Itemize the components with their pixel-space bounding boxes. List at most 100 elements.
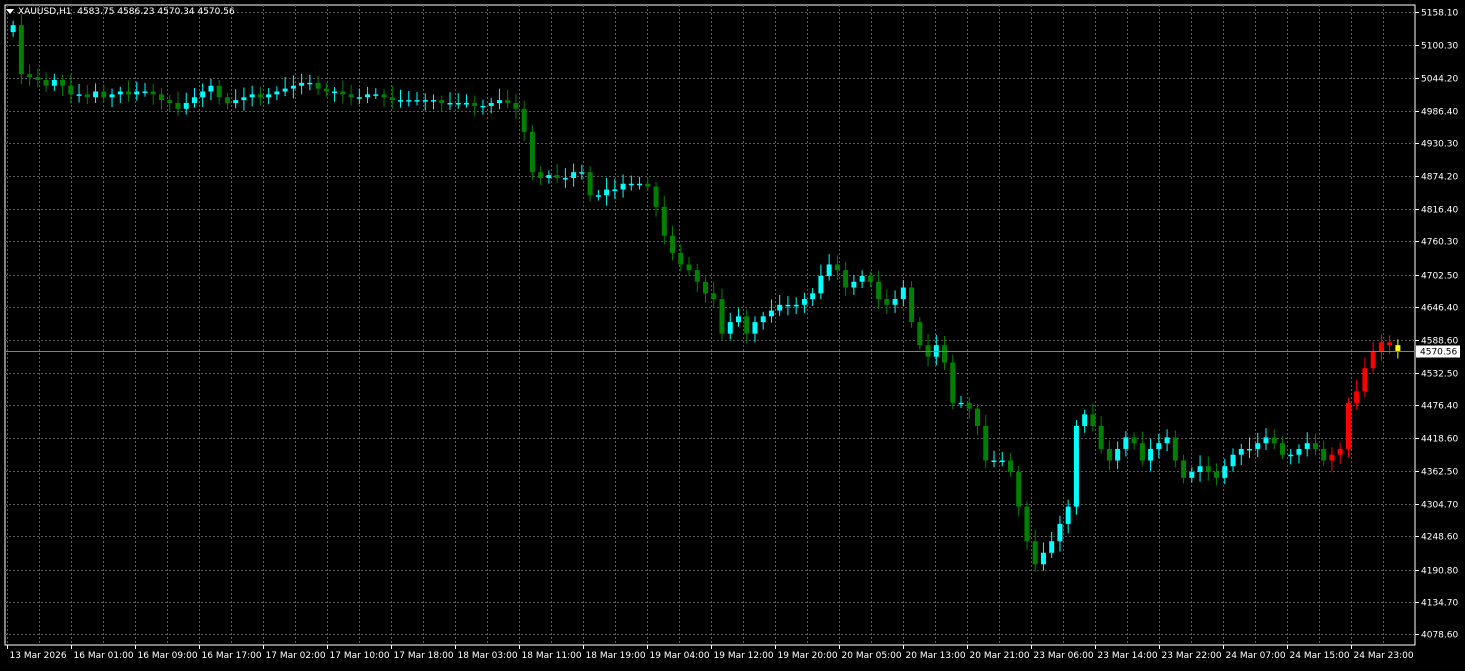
candle-body (768, 310, 774, 317)
x-tick-label: 18 Mar 11:00 (522, 651, 582, 661)
candle-body (1024, 506, 1030, 542)
candle-body (1181, 460, 1187, 478)
candle-body (975, 408, 981, 426)
x-tick-label: 24 Mar 23:00 (1354, 651, 1414, 661)
candle-body (554, 175, 560, 178)
x-tick-label: 23 Mar 22:00 (1162, 651, 1222, 661)
candle-body (224, 97, 230, 104)
candle-body (1222, 466, 1228, 478)
candle-body (538, 172, 544, 178)
candle-body (18, 25, 24, 75)
chart-header: XAUUSD,H1 4583.75 4586.23 4570.34 4570.5… (6, 7, 235, 17)
candle-body (942, 345, 948, 363)
candle-body (439, 100, 445, 104)
x-tick-label: 24 Mar 15:00 (1290, 651, 1350, 661)
candle-body (200, 91, 206, 98)
candle-body (521, 108, 527, 132)
plot-frame (4, 4, 1416, 646)
candle-body (752, 322, 758, 334)
candlestick-chart[interactable]: 5158.10 5100.30 5044.20 4986.40 4930.30 4874.… (0, 0, 1465, 667)
y-tick-label: 4248.60 (1421, 533, 1458, 543)
candle-body (175, 103, 181, 109)
candle-body (1065, 506, 1071, 524)
candle-body (158, 94, 164, 101)
candle-body (1271, 437, 1277, 444)
candle-body (818, 275, 824, 294)
candle-body (1370, 350, 1376, 369)
candle-body (496, 100, 502, 104)
candle-body (653, 186, 659, 207)
candle-body (571, 172, 577, 178)
x-tick-label: 20 Mar 05:00 (842, 651, 902, 661)
candle-body (472, 103, 478, 106)
x-tick-label: 17 Mar 02:00 (266, 651, 326, 661)
candle-body (373, 94, 379, 96)
candle-body (843, 270, 849, 288)
candle-body (27, 74, 33, 78)
candle-body (1378, 342, 1384, 351)
chart-area[interactable]: 5158.10 5100.30 5044.20 4986.40 4930.30 4874.… (0, 0, 1465, 667)
candle-body (1263, 437, 1269, 444)
candle-body (233, 100, 239, 104)
candle-body (505, 100, 511, 104)
candle-body (546, 175, 552, 178)
x-tick-label: 20 Mar 13:00 (906, 651, 966, 661)
candle-body (117, 91, 123, 95)
candle-body (1230, 454, 1236, 467)
y-tick-label: 4418.60 (1421, 435, 1458, 445)
candle-body (1148, 448, 1154, 461)
candle-body (1172, 437, 1178, 461)
candle-body (991, 460, 997, 462)
candle-body (637, 183, 643, 186)
candle-body (1007, 460, 1013, 473)
y-tick-label: 4702.50 (1421, 272, 1458, 282)
candle-body (1189, 472, 1195, 478)
current-price-label: 4570.56 (1420, 348, 1457, 358)
candle-body (1362, 368, 1368, 392)
candle-body (735, 316, 741, 323)
candle-body (966, 402, 972, 409)
candle-body (529, 131, 535, 173)
candle-body (686, 264, 692, 271)
candle-body (84, 94, 90, 98)
candle-body (1304, 443, 1310, 449)
candle-body (1156, 443, 1162, 449)
y-tick-label: 5100.30 (1421, 42, 1458, 52)
candle-body (1057, 523, 1063, 542)
x-tick-label: 19 Mar 20:00 (778, 651, 838, 661)
candle-body (389, 97, 395, 101)
y-tick-label: 4588.60 (1421, 337, 1458, 347)
candle-body (801, 299, 807, 305)
candle-body (1115, 448, 1121, 461)
candle-body (365, 94, 371, 98)
candle-body (480, 105, 486, 108)
candle-body (867, 275, 873, 282)
candle-body (455, 103, 461, 105)
y-tick-label: 4646.40 (1421, 304, 1458, 314)
candle-body (670, 235, 676, 253)
candle-body (604, 189, 610, 196)
candle-body (909, 287, 915, 323)
candle-body (1345, 402, 1351, 449)
candle-body (1082, 414, 1088, 426)
candle-body (208, 85, 214, 92)
candle-body (463, 103, 469, 105)
x-tick-label: 23 Mar 06:00 (1034, 651, 1094, 661)
dropdown-triangle-icon[interactable] (6, 9, 14, 14)
candle-body (167, 100, 173, 104)
candle-body (760, 316, 766, 323)
x-tick-label: 19 Mar 04:00 (650, 651, 710, 661)
candle-body (900, 287, 906, 300)
candle-body (1255, 443, 1261, 449)
y-tick-label: 4760.30 (1421, 238, 1458, 248)
candle-body (51, 79, 57, 86)
candle-body (694, 270, 700, 282)
candle-body (241, 97, 247, 101)
x-tick-label: 16 Mar 09:00 (138, 651, 198, 661)
candle-body (126, 91, 132, 95)
candle-body (917, 322, 923, 346)
candle-body (142, 91, 148, 93)
y-tick-label: 4930.30 (1421, 140, 1458, 150)
candle-body (785, 304, 791, 307)
candle-body (348, 94, 354, 98)
